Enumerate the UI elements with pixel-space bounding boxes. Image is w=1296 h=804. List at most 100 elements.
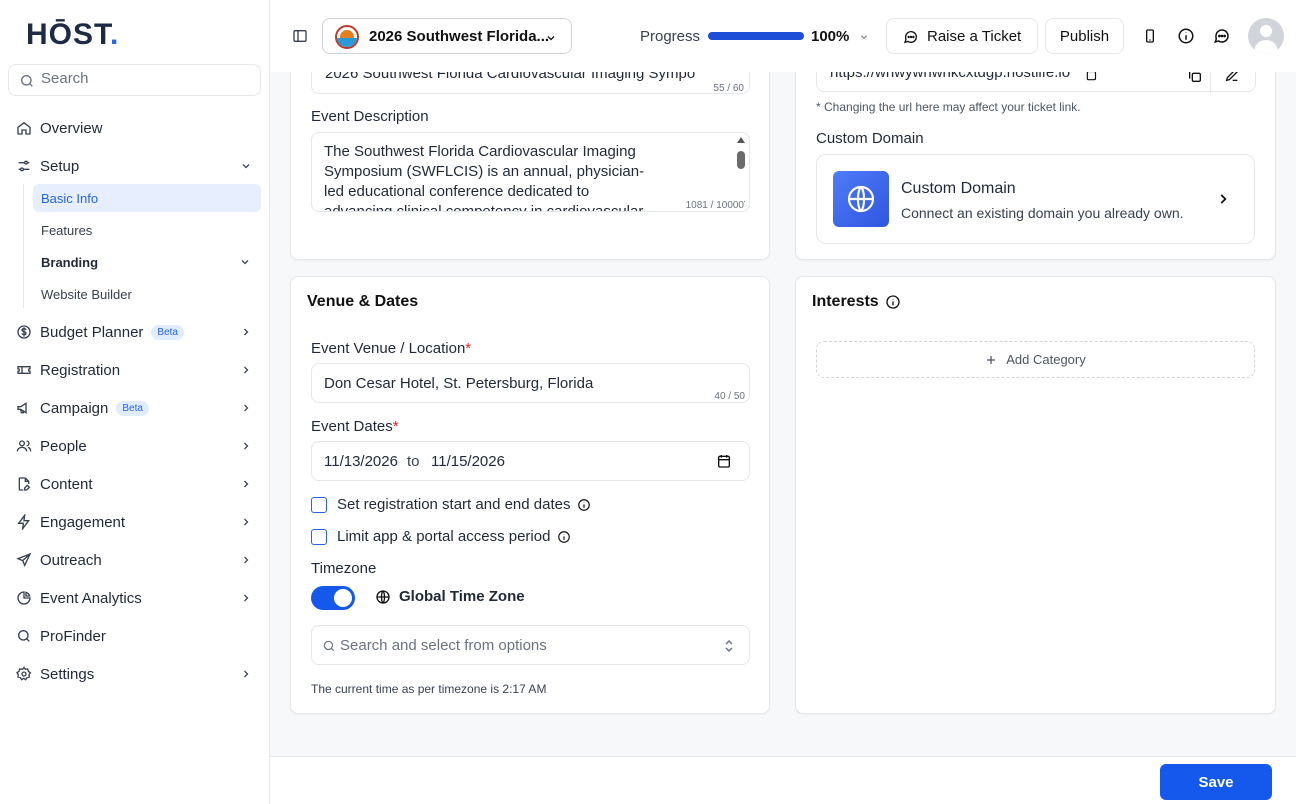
reg-dates-checkbox[interactable] xyxy=(311,497,327,513)
nav-content[interactable]: Content xyxy=(8,467,262,501)
nav-label: Event Analytics xyxy=(40,589,142,607)
website-url-field[interactable]: https://whwywhwhkcxtdgp.hostlife.io xyxy=(816,72,1256,93)
nav-campaign[interactable]: Campaign Beta xyxy=(8,391,262,425)
raise-ticket-button[interactable]: Raise a Ticket xyxy=(886,18,1038,54)
nav-label: Overview xyxy=(40,119,103,137)
nav-label: People xyxy=(40,437,87,455)
info-icon[interactable] xyxy=(885,294,901,310)
basic-info-card: 2026 Southwest Florida Cardiovascular Im… xyxy=(290,72,770,260)
chevron-down-icon xyxy=(547,36,555,41)
description-text: The Southwest Florida Cardiovascular Ima… xyxy=(324,143,645,212)
lightning-icon xyxy=(17,514,30,530)
calendar-icon[interactable] xyxy=(716,453,732,469)
nav-setup[interactable]: Setup xyxy=(8,149,262,183)
description-label: Event Description xyxy=(311,108,429,125)
publish-button[interactable]: Publish xyxy=(1045,18,1124,54)
dates-label: Event Dates* xyxy=(311,418,399,435)
search-icon xyxy=(18,630,30,642)
home-icon xyxy=(17,121,31,135)
nav-label: Engagement xyxy=(40,513,126,531)
event-logo xyxy=(335,25,359,49)
nav-engagement[interactable]: Engagement xyxy=(8,505,262,539)
ticket-icon xyxy=(17,366,31,374)
subnav-website-builder[interactable]: Website Builder xyxy=(33,280,261,308)
duplicate-icon[interactable] xyxy=(1187,72,1203,84)
nav-people[interactable]: People xyxy=(8,429,262,463)
chevron-down-icon xyxy=(242,164,250,169)
pie-chart-icon xyxy=(17,591,31,605)
end-date[interactable]: 11/15/2026 xyxy=(431,453,505,470)
subnav-features[interactable]: Features xyxy=(33,216,261,244)
progress-bar xyxy=(708,32,804,40)
nav-settings[interactable]: Settings xyxy=(8,657,262,691)
send-icon xyxy=(16,552,32,567)
start-date[interactable]: 11/13/2026 xyxy=(324,453,398,470)
scroll-up-icon[interactable] xyxy=(737,137,745,143)
chevron-right-icon xyxy=(244,480,249,488)
submenu-divider xyxy=(23,184,24,308)
info-icon[interactable] xyxy=(557,530,571,544)
date-range-picker[interactable]: 11/13/2026 to 11/15/2026 xyxy=(311,441,750,481)
url-value: https://whwywhwhkcxtdgp.hostlife.io xyxy=(830,72,1071,81)
sidebar: HŌST. Overview Setup Basic Info Features… xyxy=(0,0,270,804)
event-name-field[interactable]: 2026 Southwest Florida Cardiovascular Im… xyxy=(311,72,750,94)
current-time-note: The current time as per timezone is 2:17… xyxy=(311,682,547,696)
gear-icon xyxy=(16,666,32,681)
interests-title: Interests xyxy=(812,293,879,310)
event-name-value: 2026 Southwest Florida Cardiovascular Im… xyxy=(325,72,695,82)
chevron-right-icon xyxy=(1220,194,1227,204)
add-category-button[interactable]: Add Category xyxy=(816,341,1255,378)
subnav-basic-info[interactable]: Basic Info xyxy=(33,184,261,212)
event-name: 2026 Southwest Florida... xyxy=(369,28,550,45)
chevron-right-icon xyxy=(244,404,249,412)
search-input[interactable] xyxy=(41,70,241,87)
custom-domain-option[interactable]: Custom Domain Connect an existing domain… xyxy=(816,154,1255,244)
progress-label: Progress xyxy=(640,28,701,45)
location-input[interactable]: Don Cesar Hotel, St. Petersburg, Florida… xyxy=(311,363,750,403)
beta-badge: Beta xyxy=(151,325,184,341)
mobile-preview-icon[interactable] xyxy=(1142,27,1158,45)
description-textarea[interactable]: The Southwest Florida Cardiovascular Ima… xyxy=(311,132,750,212)
interests-card: Interests Add Category xyxy=(795,276,1276,714)
custom-domain-label: Custom Domain xyxy=(816,130,924,147)
chevron-right-icon xyxy=(244,670,249,678)
beta-badge: Beta xyxy=(116,401,149,417)
info-icon[interactable] xyxy=(1177,27,1195,45)
chevron-down-icon xyxy=(241,260,249,265)
timezone-label: Timezone xyxy=(311,560,377,577)
nav-budget-planner[interactable]: Budget Planner Beta xyxy=(8,315,262,349)
chat-icon[interactable] xyxy=(1213,27,1231,45)
chevron-updown-icon xyxy=(725,639,733,653)
search-icon xyxy=(21,75,33,87)
save-button[interactable]: Save xyxy=(1160,764,1272,800)
char-counter: 40 / 50 xyxy=(714,391,745,402)
nav-overview[interactable]: Overview xyxy=(8,111,262,145)
file-edit-icon xyxy=(18,477,31,491)
chevron-down-icon[interactable] xyxy=(859,32,869,42)
edit-icon[interactable] xyxy=(1224,72,1240,83)
copy-icon[interactable] xyxy=(1085,72,1099,82)
nav-profinder[interactable]: ProFinder xyxy=(8,619,262,653)
sidebar-toggle-icon[interactable] xyxy=(292,28,308,44)
limit-access-checkbox[interactable] xyxy=(311,529,327,545)
avatar[interactable] xyxy=(1248,18,1284,54)
url-note: * Changing the url here may affect your … xyxy=(816,100,1081,114)
nav-outreach[interactable]: Outreach xyxy=(8,543,262,577)
nav-label: Setup xyxy=(40,157,80,175)
host-logo[interactable]: HŌST. xyxy=(26,18,119,52)
venue-dates-card: Venue & Dates Event Venue / Location* Do… xyxy=(290,276,770,714)
nav-label: Budget Planner xyxy=(40,323,144,341)
search-box[interactable] xyxy=(8,64,261,96)
timezone-select[interactable]: Search and select from options xyxy=(311,625,750,665)
topbar: 2026 Southwest Florida... Progress 100% … xyxy=(270,0,1296,72)
nav-event-analytics[interactable]: Event Analytics xyxy=(8,581,262,615)
chat-bubble-icon xyxy=(903,31,917,44)
nav-registration[interactable]: Registration xyxy=(8,353,262,387)
progress-value: 100% xyxy=(811,28,850,45)
chevron-right-icon xyxy=(244,328,249,336)
timezone-toggle[interactable] xyxy=(311,586,355,610)
info-icon[interactable] xyxy=(577,498,591,512)
subnav-branding[interactable]: Branding xyxy=(33,248,261,276)
main-content: 2026 Southwest Florida Cardiovascular Im… xyxy=(270,72,1296,756)
event-selector[interactable]: 2026 Southwest Florida... xyxy=(322,18,572,54)
